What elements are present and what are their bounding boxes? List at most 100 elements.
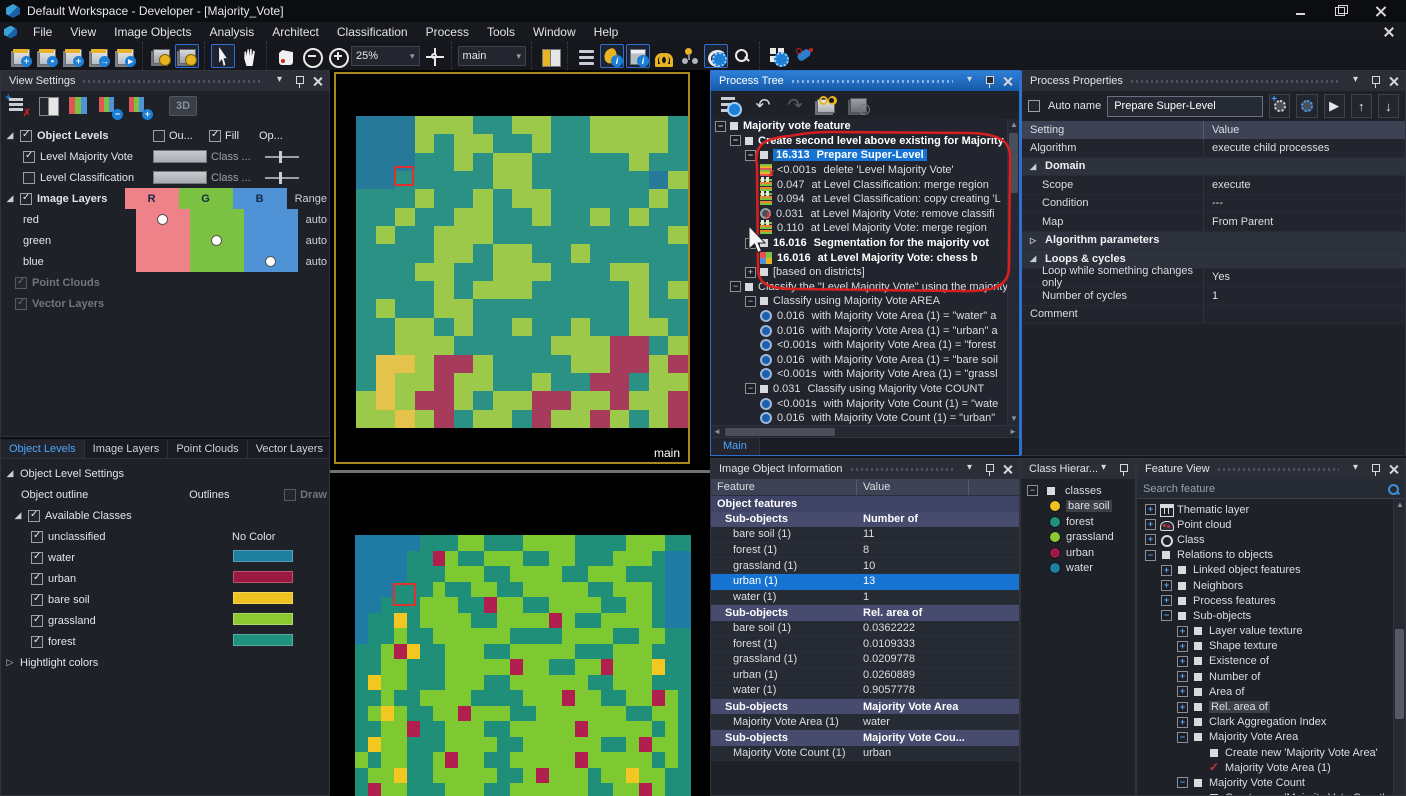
feature-row[interactable]: Majority Vote Count (1)urban (711, 746, 1019, 762)
opacity-slider[interactable] (265, 177, 299, 179)
menu-classification[interactable]: Classification (328, 23, 417, 41)
chevron-down-icon[interactable] (964, 74, 979, 89)
menu-image-objects[interactable]: Image Objects (105, 23, 200, 41)
class-row[interactable]: water (5, 547, 327, 568)
object-hierarchy-icon[interactable] (678, 44, 702, 68)
class-hierarchy-toggle-icon[interactable] (652, 44, 676, 68)
property-row[interactable]: Comment (1022, 306, 1405, 325)
execute-button[interactable]: ▶ (1324, 94, 1345, 118)
load-processes-icon[interactable] (847, 93, 871, 117)
open-workspace-icon[interactable]: ▸ (113, 44, 137, 68)
menu-architect[interactable]: Architect (263, 23, 328, 41)
class-item[interactable]: water (1027, 561, 1135, 577)
level-color-swatch[interactable] (153, 171, 207, 184)
process-tree-row[interactable]: <0.001sdelete 'Level Majority Vote' (711, 163, 1019, 178)
feature-row[interactable]: bare soil (1)11 (711, 527, 1019, 543)
move-down-button[interactable]: ↓ (1378, 94, 1399, 118)
panel-drag-handle[interactable] (1131, 80, 1339, 83)
class-row[interactable]: unclassifiedNo Color (5, 526, 327, 547)
feature-row[interactable]: grassland (1)10 (711, 558, 1019, 574)
property-row[interactable]: Condition--- (1022, 195, 1405, 214)
property-row[interactable]: Scopeexecute (1022, 176, 1405, 195)
feature-row[interactable]: grassland (1)0.0209778 (711, 652, 1019, 668)
map-select[interactable]: main▾ (458, 46, 527, 66)
save-project-icon[interactable]: ▪ (35, 44, 59, 68)
process-tree-row[interactable]: −Classify the "Level Majority Vote" usin… (711, 280, 1019, 295)
property-row[interactable]: Loop while something changes onlyYes (1022, 269, 1405, 288)
channel-cell-b[interactable] (244, 209, 298, 230)
process-tree-row[interactable]: 0.094at Level Classification: copy creat… (711, 192, 1019, 207)
feature-tree-row[interactable]: +Process features (1137, 593, 1405, 608)
feature-view-vertical-scrollbar[interactable]: ▲ (1393, 499, 1405, 795)
tree-expander-icon[interactable]: − (745, 150, 756, 161)
object-level-settings-row[interactable]: ◢Object Level Settings (5, 463, 327, 484)
pan-window-icon[interactable] (422, 44, 446, 68)
add-pane-icon[interactable] (127, 95, 151, 117)
feature-tree-row[interactable]: +Layer value texture (1137, 624, 1405, 639)
map-view-bottom[interactable] (330, 470, 710, 796)
channel-cell-b[interactable] (244, 251, 298, 272)
available-classes-row[interactable]: ◢Available Classes (5, 505, 327, 526)
process-tree-row[interactable]: −0.031Classify using Majority Vote COUNT (711, 382, 1019, 397)
tree-expander-icon[interactable]: + (1145, 519, 1156, 530)
feature-tree-row[interactable]: Create new 'Majority Vote Area' (1137, 745, 1405, 760)
class-row[interactable]: urban (5, 568, 327, 589)
property-row[interactable]: ◢Domain (1022, 158, 1405, 177)
close-icon[interactable] (1386, 74, 1401, 89)
class-color-swatch[interactable] (232, 612, 294, 626)
tree-expander-icon[interactable]: − (745, 296, 756, 307)
channel-cell-g[interactable] (190, 251, 244, 272)
tree-expander-icon[interactable]: − (730, 281, 741, 292)
feature-tree-row[interactable]: −Sub-objects (1137, 608, 1405, 623)
class-checkbox[interactable] (31, 531, 43, 543)
tree-expander-icon[interactable]: + (1161, 595, 1172, 606)
channel-cell-b[interactable] (244, 230, 298, 251)
image-layers-checkbox[interactable] (20, 193, 32, 205)
workspace-settings-icon[interactable] (766, 44, 790, 68)
pan-tool-icon[interactable] (237, 44, 261, 68)
feature-tree-row[interactable]: +Number of (1137, 669, 1405, 684)
tree-expander-icon[interactable]: + (1161, 565, 1172, 576)
channel-cell-g[interactable] (190, 209, 244, 230)
outline-column-checkbox[interactable] (153, 130, 165, 142)
edit-level-icon[interactable]: + (7, 95, 31, 117)
split-view-icon[interactable] (538, 44, 562, 68)
process-tree-toggle-icon[interactable] (574, 44, 598, 68)
auto-name-checkbox[interactable] (1028, 100, 1040, 112)
feature-view-toggle-icon[interactable] (626, 44, 650, 68)
restore-button[interactable] (1334, 5, 1348, 17)
feature-tree-row[interactable]: +Neighbors (1137, 578, 1405, 593)
menu-tools[interactable]: Tools (478, 23, 524, 41)
tree-expander-icon[interactable]: − (1177, 732, 1188, 743)
chevron-down-icon[interactable] (1350, 74, 1365, 89)
channel-cell-r[interactable] (136, 230, 190, 251)
save-process-icon[interactable] (719, 93, 743, 117)
import-scene-icon[interactable]: → (87, 44, 111, 68)
tree-expander-icon[interactable]: + (1177, 671, 1188, 682)
cursor-tool-icon[interactable] (211, 44, 235, 68)
feature-tree-row[interactable]: +Linked object features (1137, 563, 1405, 578)
feature-row[interactable]: water (1)1 (711, 590, 1019, 606)
process-tree-row[interactable]: 0.016with Majority Vote Count (1) = "urb… (711, 411, 1019, 425)
panel-drag-handle[interactable] (1218, 468, 1339, 471)
zoom-in-icon[interactable] (325, 44, 349, 68)
pin-icon[interactable] (1116, 462, 1131, 477)
remove-pane-icon[interactable] (97, 95, 121, 117)
tree-expander-icon[interactable]: − (730, 135, 741, 146)
process-tree-row[interactable]: <0.001swith Majority Vote Area (1) = "gr… (711, 367, 1019, 382)
classification-level-map[interactable] (355, 535, 691, 796)
algorithm-settings-button[interactable] (1269, 94, 1290, 118)
tree-expander-icon[interactable]: + (1161, 580, 1172, 591)
process-tree-row[interactable]: 0.016with Majority Vote Area (1) = "wate… (711, 309, 1019, 324)
process-tree-row[interactable]: <0.001swith Majority Vote Area (1) = "fo… (711, 338, 1019, 353)
process-tree-row[interactable]: 0.016with Majority Vote Area (1) = "bare… (711, 353, 1019, 368)
close-icon[interactable] (1000, 462, 1015, 477)
zoom-select-icon[interactable] (273, 44, 297, 68)
load-image-data-icon[interactable] (149, 44, 173, 68)
channel-cell-r[interactable] (136, 209, 190, 230)
chevron-down-icon[interactable] (274, 74, 289, 89)
feature-tree-row[interactable]: −Majority Vote Count (1137, 775, 1405, 790)
tree-expander-icon[interactable]: + (1177, 686, 1188, 697)
level-checkbox[interactable] (23, 172, 35, 184)
class-checkbox[interactable] (31, 573, 43, 585)
